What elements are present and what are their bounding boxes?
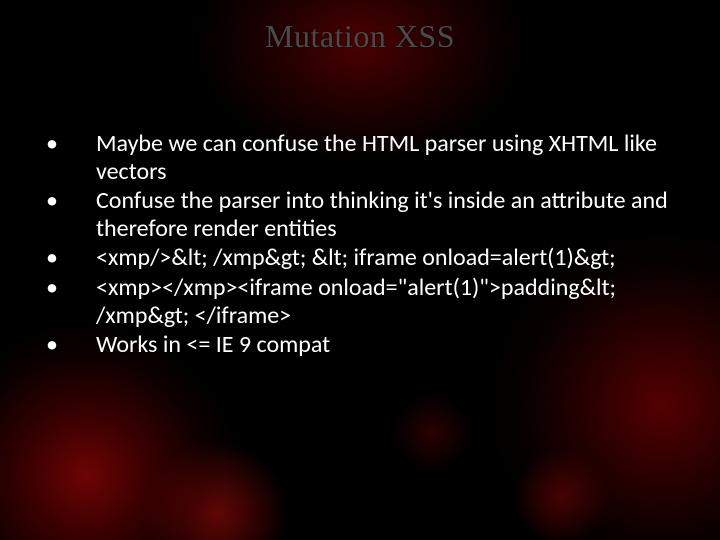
list-item: • <xmp/>&lt; /xmp&gt; &lt; iframe onload…: [40, 244, 680, 272]
slide: Mutation XSS • Maybe we can confuse the …: [0, 0, 720, 540]
bullet-icon: •: [40, 331, 96, 359]
list-item-text: Confuse the parser into thinking it's in…: [96, 187, 680, 242]
list-item: • <xmp></xmp><iframe onload="alert(1)">p…: [40, 274, 680, 329]
list-item: • Maybe we can confuse the HTML parser u…: [40, 130, 680, 185]
bullet-icon: •: [40, 244, 96, 272]
bullet-icon: •: [40, 130, 96, 158]
list-item-text: <xmp></xmp><iframe onload="alert(1)">pad…: [96, 274, 680, 329]
list-item-text: <xmp/>&lt; /xmp&gt; &lt; iframe onload=a…: [96, 244, 680, 272]
bullet-list: • Maybe we can confuse the HTML parser u…: [40, 130, 680, 359]
slide-title: Mutation XSS: [0, 18, 720, 55]
slide-body: • Maybe we can confuse the HTML parser u…: [40, 130, 680, 361]
bullet-icon: •: [40, 187, 96, 215]
list-item-text: Works in <= IE 9 compat: [96, 331, 680, 359]
list-item-text: Maybe we can confuse the HTML parser usi…: [96, 130, 680, 185]
bullet-icon: •: [40, 274, 96, 302]
list-item: • Works in <= IE 9 compat: [40, 331, 680, 359]
list-item: • Confuse the parser into thinking it's …: [40, 187, 680, 242]
